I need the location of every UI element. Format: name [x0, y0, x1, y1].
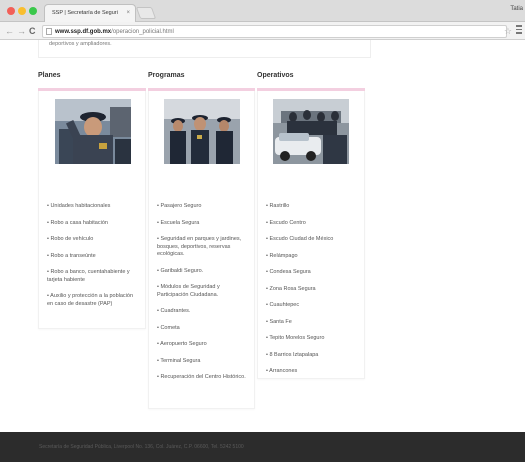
tab-title: SSP | Secretaría de Seguri [52, 10, 118, 16]
list-item[interactable]: • Escudo Centro [266, 220, 356, 228]
browser-tab[interactable]: SSP | Secretaría de Seguri × [44, 4, 136, 22]
list-item[interactable]: • Seguridad en parques y jardines, bosqu… [157, 236, 246, 259]
police-group-photo [164, 99, 240, 164]
list-item[interactable]: • Tepito Morelos Seguro [266, 335, 356, 343]
column-programas: Programas • Pasajero Seguro • Escuela Se… [148, 72, 255, 409]
column-heading-operativos: Operativos [257, 72, 294, 79]
tab-close-icon[interactable]: × [126, 5, 130, 22]
url-host: www.ssp.df.gob.mx [55, 29, 112, 35]
list-item[interactable]: • Auxilio y protección a la población en… [47, 293, 137, 308]
list-item[interactable]: • Rastrillo [266, 203, 356, 211]
operativos-list: • Rastrillo • Escudo Centro • Escudo Ciu… [258, 203, 364, 385]
column-card: • Pasajero Seguro • Escuela Segura • Seg… [148, 91, 255, 409]
reload-icon[interactable]: C [29, 24, 36, 38]
officer-salute-photo [55, 99, 131, 164]
list-item[interactable]: • Robo de vehículo [47, 236, 137, 244]
list-item[interactable]: • Arrancones [266, 368, 356, 376]
column-operativos: Operativos • Rastrillo • Escudo Centro •… [257, 72, 365, 379]
star-icon[interactable]: ☆ [504, 25, 512, 37]
list-item[interactable]: • Robo a banco, cuentahabiente y tarjeta… [47, 269, 137, 284]
list-item[interactable]: • Unidades habitacionales [47, 203, 137, 211]
page-icon [46, 28, 52, 35]
list-item[interactable]: • Robo a transeúnte [47, 253, 137, 261]
intro-card-text: deportivos y ampliadores. [49, 41, 112, 47]
list-item[interactable]: • Terminal Segura [157, 358, 246, 366]
browser-tab-bar: SSP | Secretaría de Seguri × Tatia [0, 0, 525, 22]
new-tab-button[interactable] [135, 7, 157, 19]
browser-toolbar: ← → C www.ssp.df.gob.mx/operacion_polici… [0, 22, 525, 40]
url-path: /operacion_policial.html [111, 29, 174, 35]
list-item[interactable]: • Pasajero Seguro [157, 203, 246, 211]
police-operation-photo [273, 99, 349, 164]
page-content: deportivos y ampliadores. Planes • Unida… [0, 40, 525, 432]
column-card: • Rastrillo • Escudo Centro • Escudo Ciu… [257, 91, 365, 379]
list-item[interactable]: • Aeropuerto Seguro [157, 341, 246, 349]
back-arrow-icon[interactable]: ← [5, 24, 14, 38]
forward-arrow-icon[interactable]: → [17, 24, 26, 38]
list-item[interactable]: • Garibaldi Seguro. [157, 268, 246, 276]
list-item[interactable]: • Recuperación del Centro Histórico. [157, 374, 246, 382]
list-item[interactable]: • Relámpago [266, 253, 356, 261]
list-item[interactable]: • Robo a casa habitación [47, 220, 137, 228]
list-item[interactable]: • Cuadrantes. [157, 308, 246, 316]
list-item[interactable]: • Zona Rosa Segura [266, 286, 356, 294]
officer-salute-image [55, 99, 131, 164]
close-window-button[interactable] [7, 7, 15, 15]
menu-icon[interactable] [516, 25, 522, 34]
list-item[interactable]: • Módulos de Seguridad y Participación C… [157, 284, 246, 299]
list-item[interactable]: • Santa Fe [266, 319, 356, 327]
column-heading-programas: Programas [148, 72, 185, 79]
police-group-image [164, 99, 240, 164]
police-operation-image [273, 99, 349, 164]
footer-address: Secretaría de Seguridad Pública, Liverpo… [39, 444, 244, 450]
site-footer: Secretaría de Seguridad Pública, Liverpo… [0, 432, 525, 462]
list-item[interactable]: • Escuela Segura [157, 220, 246, 228]
column-heading-planes: Planes [38, 72, 61, 79]
intro-card: deportivos y ampliadores. [38, 40, 371, 58]
programas-list: • Pasajero Seguro • Escuela Segura • Seg… [149, 203, 254, 391]
planes-list: • Unidades habitacionales • Robo a casa … [39, 203, 145, 317]
maximize-window-button[interactable] [29, 7, 37, 15]
profile-label[interactable]: Tatia [510, 6, 523, 12]
list-item[interactable]: • Cuauhtepec [266, 302, 356, 310]
address-bar-input[interactable]: www.ssp.df.gob.mx/operacion_policial.htm… [42, 25, 507, 38]
column-card: • Unidades habitacionales • Robo a casa … [38, 91, 146, 329]
column-planes: Planes • Unidades habitacionales • Robo … [38, 72, 146, 329]
list-item[interactable]: • Condesa Segura [266, 269, 356, 277]
minimize-window-button[interactable] [18, 7, 26, 15]
list-item[interactable]: • Cometa [157, 325, 246, 333]
list-item[interactable]: • 8 Barrios Iztapalapa [266, 352, 356, 360]
list-item[interactable]: • Escudo Ciudad de México [266, 236, 356, 244]
